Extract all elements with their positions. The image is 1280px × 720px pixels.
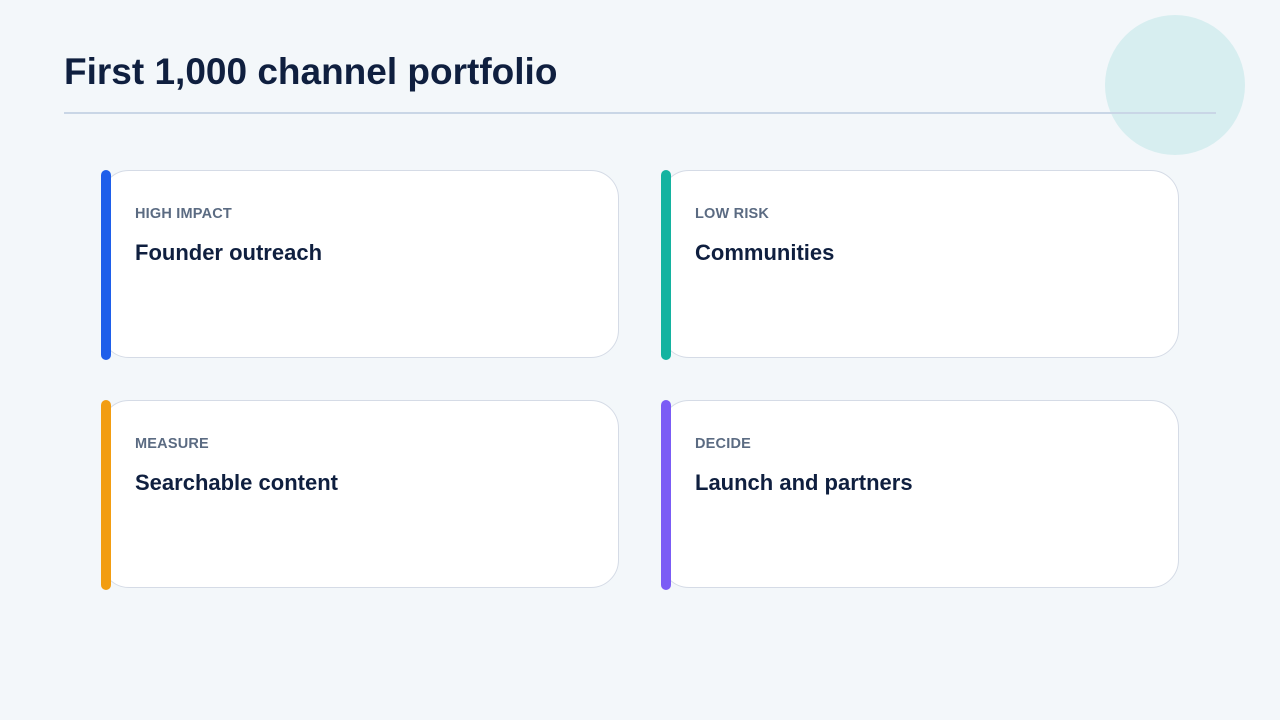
title-divider	[64, 112, 1216, 114]
decorative-circle	[1105, 15, 1245, 155]
card-tag: MEASURE	[135, 436, 209, 452]
card-founder-outreach: HIGH IMPACT Founder outreach	[101, 170, 619, 360]
card-accent-bar	[101, 400, 111, 590]
card-searchable-content: MEASURE Searchable content	[101, 400, 619, 590]
card-tag: LOW RISK	[695, 206, 770, 222]
card-accent-bar	[101, 170, 111, 360]
card-tag: HIGH IMPACT	[135, 206, 232, 222]
card-heading: Launch and partners	[695, 470, 913, 495]
card-accent-bar	[661, 170, 671, 360]
card-tag: DECIDE	[695, 436, 751, 452]
card-heading: Founder outreach	[135, 240, 323, 265]
card-launch-and-partners: DECIDE Launch and partners	[661, 400, 1179, 590]
page-title: First 1,000 channel portfolio	[64, 51, 558, 92]
card-heading: Searchable content	[135, 470, 338, 495]
card-heading: Communities	[695, 240, 835, 265]
card-communities: LOW RISK Communities	[661, 170, 1179, 360]
card-accent-bar	[661, 400, 671, 590]
